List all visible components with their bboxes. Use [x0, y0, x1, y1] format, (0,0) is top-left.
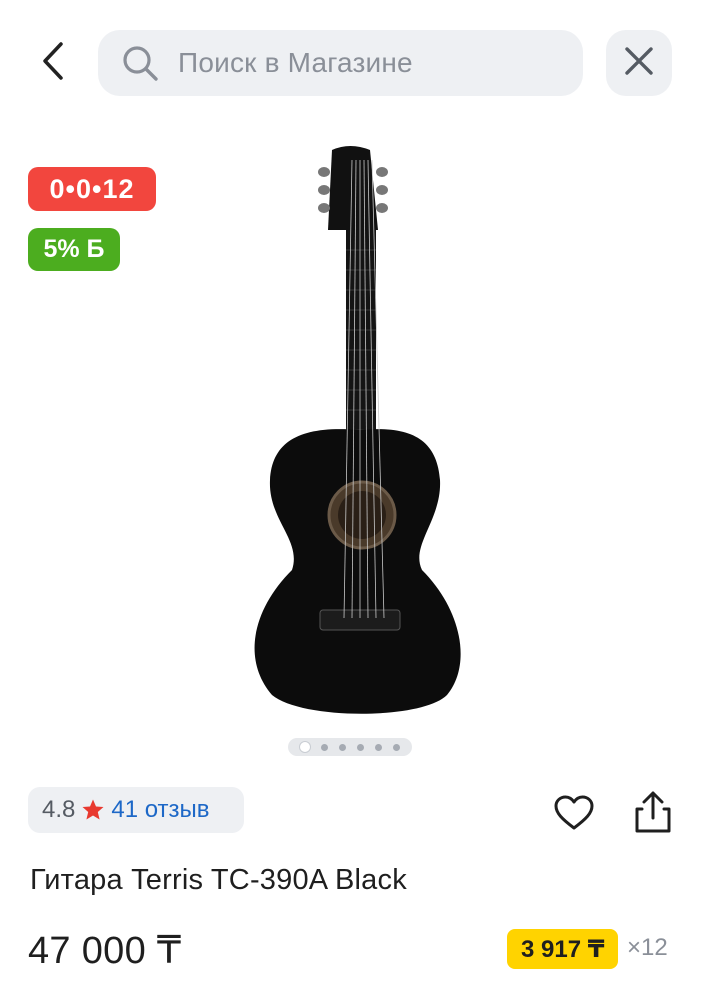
star-icon	[81, 798, 105, 822]
carousel-dot[interactable]	[338, 743, 346, 751]
back-button[interactable]	[26, 36, 80, 90]
close-icon	[624, 46, 654, 81]
close-button[interactable]	[606, 30, 672, 96]
installment-badge: 0•0•12	[28, 167, 156, 211]
share-icon	[633, 790, 673, 839]
share-button[interactable]	[626, 787, 680, 841]
carousel-dot[interactable]	[393, 743, 401, 751]
product-title: Гитара Terris TC-390A Black	[30, 864, 407, 896]
carousel-indicator[interactable]	[288, 738, 412, 756]
search-icon	[120, 43, 160, 83]
search-input[interactable]: Поиск в Магазине	[98, 30, 583, 96]
chevron-left-icon	[40, 41, 66, 86]
monthly-payment-badge[interactable]: 3 917 ₸	[507, 929, 619, 969]
carousel-dot[interactable]	[299, 742, 310, 752]
heart-icon	[554, 795, 594, 836]
product-price: 47 000 ₸	[28, 930, 182, 972]
product-image[interactable]	[232, 140, 472, 720]
carousel-dot[interactable]	[375, 743, 383, 751]
installment-months: ×12	[627, 934, 668, 961]
search-placeholder: Поиск в Магазине	[178, 47, 413, 78]
rating-value: 4.8	[42, 796, 76, 823]
carousel-dot[interactable]	[320, 743, 328, 751]
carousel-dot[interactable]	[357, 743, 365, 751]
guitar-image	[254, 146, 461, 714]
favorite-button[interactable]	[548, 789, 600, 841]
reviews-link[interactable]: 41 отзыв	[111, 796, 209, 824]
bonus-badge: 5% Б	[28, 228, 120, 271]
rating-chip[interactable]: 4.8 41 отзыв	[28, 787, 244, 833]
